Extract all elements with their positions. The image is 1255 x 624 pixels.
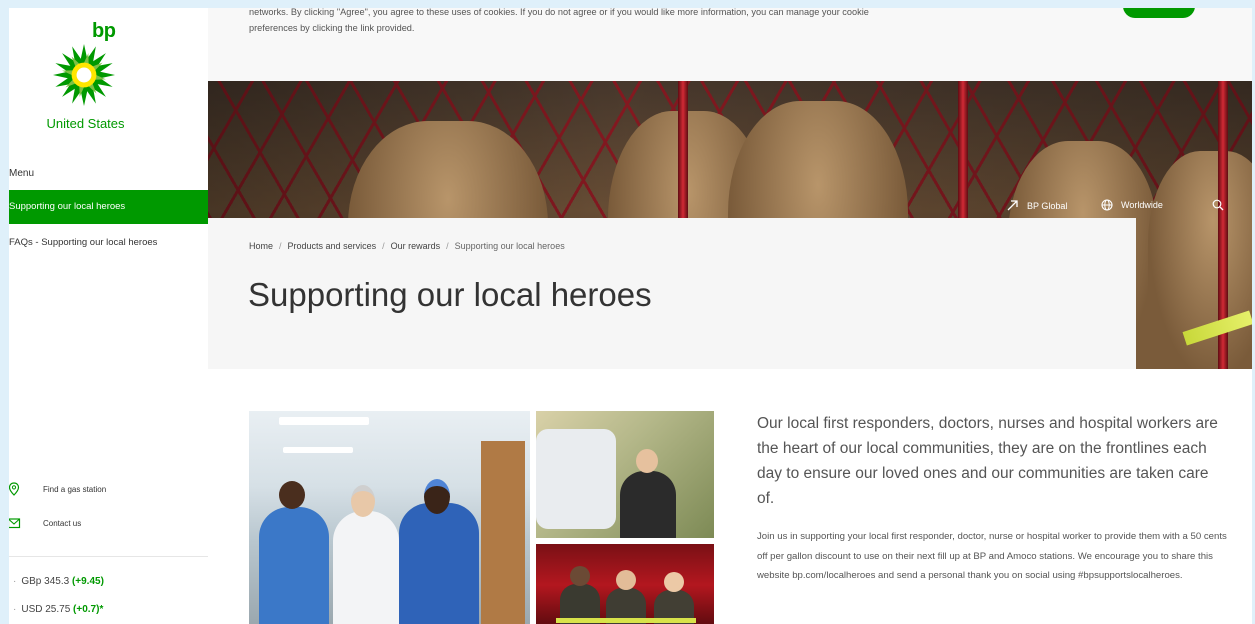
stock-price-usd: · USD 25.75 (+0.7)* [13, 604, 103, 615]
photo-door [481, 441, 525, 624]
bullet-icon: · [13, 576, 17, 587]
photo-person [620, 471, 676, 538]
photo-police-car [536, 429, 616, 529]
photo-person-head [424, 479, 450, 514]
photo-person-head [664, 572, 684, 592]
photo-person-head [616, 570, 636, 590]
photo-reflective-stripe [556, 618, 696, 623]
breadcrumb-products-and-services[interactable]: Products and services [288, 241, 377, 251]
search-button[interactable] [1212, 199, 1232, 211]
breadcrumb-our-rewards[interactable]: Our rewards [391, 241, 441, 251]
contact-us-label: Contact us [43, 518, 82, 528]
search-icon [1212, 199, 1224, 211]
contact-us-link[interactable]: Contact us [9, 516, 81, 530]
region-label: Worldwide [1121, 200, 1163, 210]
external-arrow-icon [1007, 200, 1018, 211]
photo-ceiling-light [279, 417, 369, 425]
page-frame: bp United States Menu Supporting our loc… [9, 8, 1252, 624]
breadcrumb-separator: / [382, 241, 385, 251]
sidebar: bp United States Menu Supporting our loc… [9, 8, 209, 624]
bp-global-link[interactable]: BP Global [1006, 199, 1067, 212]
sidebar-divider [9, 556, 208, 557]
cookie-text-line-1: networks. By clicking "Agree", you agree… [249, 8, 869, 17]
photo-person-head [570, 566, 590, 586]
police-officer-photo [536, 411, 714, 538]
intro-lead-text: Our local first responders, doctors, nur… [757, 415, 1218, 507]
stock-price-usd-change: (+0.7)* [73, 604, 104, 615]
region-selector[interactable]: Worldwide [1101, 199, 1163, 211]
bp-logo-text: bp [92, 20, 116, 42]
main-content: Our local first responders, doctors, nur… [208, 369, 1252, 624]
breadcrumb-home[interactable]: Home [249, 241, 273, 251]
helios-icon [53, 44, 115, 106]
photo-person [259, 507, 329, 624]
stock-price-gbp-change: (+9.45) [71, 576, 104, 587]
cookie-text-line-2: preferences by clicking the link provide… [249, 23, 415, 33]
intro-body-text: Join us in supporting your local first r… [757, 531, 1227, 581]
hospital-workers-photo [249, 411, 530, 624]
sidebar-item-faqs[interactable]: FAQs - Supporting our local heroes [9, 237, 157, 248]
breadcrumb-separator: / [446, 241, 449, 251]
stock-price-gbp-value: GBp 345.3 [21, 576, 70, 587]
bullet-icon: · [13, 604, 17, 615]
page-title: Supporting our local heroes [248, 276, 652, 313]
find-gas-station-link[interactable]: Find a gas station [9, 482, 106, 496]
photo-person-head [351, 485, 375, 517]
breadcrumb: Home / Products and services / Our rewards / S… [249, 241, 565, 251]
firefighters-photo [536, 544, 714, 624]
cookie-banner: networks. By clicking "Agree", you agree… [208, 8, 1252, 81]
photo-ceiling-light [283, 447, 353, 453]
stock-price-gbp: · GBp 345.3 (+9.45) [13, 576, 104, 587]
mail-icon [9, 518, 21, 529]
map-pin-icon [9, 482, 20, 496]
agree-button[interactable] [1123, 8, 1195, 18]
photo-person [333, 511, 399, 624]
stock-price-usd-value: USD 25.75 [21, 604, 71, 615]
find-gas-station-label: Find a gas station [43, 484, 107, 494]
cookie-banner-text: networks. By clicking "Agree", you agree… [249, 8, 979, 36]
breadcrumb-current: Supporting our local heroes [454, 241, 565, 251]
menu-label[interactable]: Menu [9, 168, 34, 179]
bp-global-label: BP Global [1027, 200, 1068, 211]
country-label: United States [46, 116, 125, 131]
globe-icon [1101, 199, 1113, 211]
photo-person-head [279, 481, 305, 509]
photo-person-head [636, 449, 658, 473]
breadcrumb-separator: / [279, 241, 282, 251]
page-header-card: Home / Products and services / Our rewards / S… [208, 218, 1136, 369]
bp-logo[interactable]: bp United States [9, 8, 208, 158]
sidebar-item-supporting-local-heroes[interactable]: Supporting our local heroes [9, 190, 208, 224]
photo-person [399, 503, 479, 624]
